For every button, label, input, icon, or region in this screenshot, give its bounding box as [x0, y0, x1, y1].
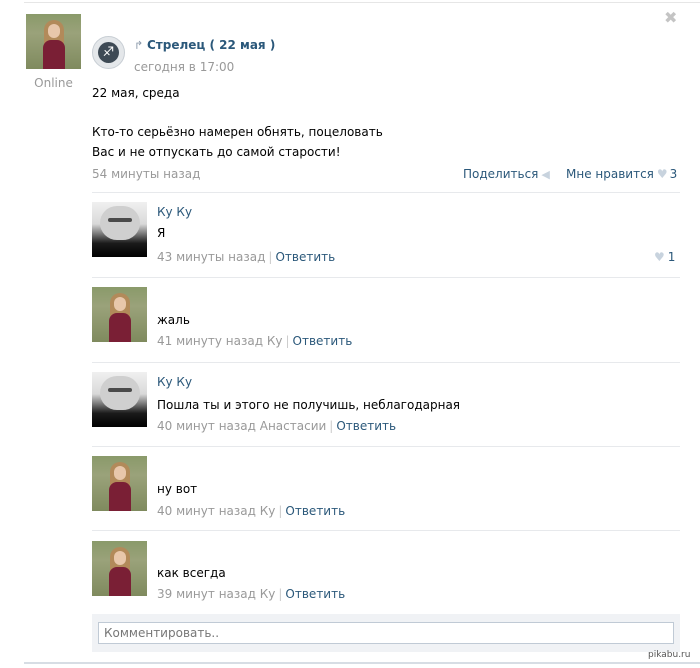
- separator: |: [329, 419, 334, 433]
- heart-icon: ♥: [656, 167, 668, 181]
- author-avatar[interactable]: [26, 14, 81, 69]
- like-label: Мне нравится: [566, 167, 654, 181]
- like-count: 3: [669, 167, 678, 181]
- share-button[interactable]: Поделиться ◀: [463, 167, 550, 181]
- comment-text: Пошла ты и этого не получишь, неблагодар…: [157, 398, 461, 412]
- reply-link[interactable]: Ответить: [336, 419, 396, 433]
- close-icon[interactable]: ✖: [664, 10, 677, 26]
- comment-meta: 41 минуту назад Ку | Ответить: [157, 334, 352, 348]
- commenter-avatar[interactable]: [92, 456, 147, 511]
- comment-text: жаль: [157, 313, 190, 327]
- bottom-border: [24, 662, 700, 664]
- post-time[interactable]: 54 минуты назад: [92, 167, 200, 181]
- zodiac-sign-icon[interactable]: ♐: [92, 36, 125, 69]
- comment-author-link[interactable]: Ку Ку: [157, 205, 192, 219]
- comment-time[interactable]: 40 минут назад: [157, 504, 256, 518]
- divider: [92, 192, 680, 193]
- comment-meta: 43 минуты назад | Ответить: [157, 250, 335, 264]
- heart-icon: ♥: [654, 250, 665, 264]
- post-text-line: Вас и не отпускать до самой старости!: [92, 145, 341, 159]
- reply-link[interactable]: Ответить: [285, 587, 345, 601]
- divider: [92, 530, 680, 531]
- share-label: Поделиться: [463, 167, 539, 181]
- comment-text: Я: [157, 226, 166, 240]
- group-name-link[interactable]: Стрелец ( 22 мая ): [147, 38, 275, 52]
- separator: |: [285, 334, 290, 348]
- comment-meta: 40 минут назад Анастасии | Ответить: [157, 419, 396, 433]
- commenter-avatar[interactable]: [92, 541, 147, 596]
- reply-to-name[interactable]: Анастасии: [260, 419, 327, 433]
- post-text-line: Кто-то серьёзно намерен обнять, поцелова…: [92, 125, 383, 139]
- post-text-line: 22 мая, среда: [92, 86, 180, 100]
- reply-to-name[interactable]: Ку: [267, 334, 283, 348]
- comment-author-link[interactable]: Ку Ку: [157, 375, 192, 389]
- separator: |: [278, 504, 283, 518]
- reply-link[interactable]: Ответить: [275, 250, 335, 264]
- reply-link[interactable]: Ответить: [293, 334, 353, 348]
- comment-time[interactable]: 41 минуту назад: [157, 334, 263, 348]
- comment-box: [92, 614, 680, 652]
- comment-meta: 39 минут назад Ку | Ответить: [157, 587, 345, 601]
- author-avatar-column: [26, 14, 81, 69]
- separator: |: [278, 587, 283, 601]
- comment-text: как всегда: [157, 566, 226, 580]
- commenter-avatar[interactable]: [92, 372, 147, 427]
- reply-to-name[interactable]: Ку: [260, 504, 276, 518]
- comment-meta: 40 минут назад Ку | Ответить: [157, 504, 345, 518]
- comment-item: как всегда 39 минут назад Ку | Ответить: [92, 541, 680, 625]
- comment-item: Ку Ку Пошла ты и этого не получишь, небл…: [92, 372, 680, 456]
- divider: [92, 362, 680, 363]
- megaphone-icon: ◀: [541, 168, 550, 181]
- reply-link[interactable]: Ответить: [285, 504, 345, 518]
- online-status: Online: [34, 76, 73, 90]
- group-post-time[interactable]: сегодня в 17:00: [134, 60, 234, 74]
- separator: |: [268, 250, 273, 264]
- top-border: [24, 2, 700, 3]
- comment-time[interactable]: 39 минут назад: [157, 587, 256, 601]
- watermark: pikabu.ru: [648, 650, 691, 660]
- comment-like-count: 1: [667, 250, 676, 264]
- comment-text: ну вот: [157, 482, 198, 496]
- like-button[interactable]: Мне нравится ♥ 3: [566, 167, 677, 181]
- comment-time[interactable]: 40 минут назад: [157, 419, 256, 433]
- commenter-avatar[interactable]: [92, 287, 147, 342]
- comment-input[interactable]: [98, 622, 674, 644]
- repost-arrow-icon: ↱: [134, 39, 144, 52]
- comment-time[interactable]: 43 минуты назад: [157, 250, 265, 264]
- comment-item: ну вот 40 минут назад Ку | Ответить: [92, 456, 680, 540]
- divider: [92, 446, 680, 447]
- comment-item: Ку Ку Я 43 минуты назад | Ответить ♥ 1: [92, 202, 680, 286]
- divider: [92, 277, 680, 278]
- comment-item: жаль 41 минуту назад Ку | Ответить: [92, 287, 680, 371]
- comment-like-button[interactable]: ♥ 1: [654, 250, 675, 264]
- reply-to-name[interactable]: Ку: [260, 587, 276, 601]
- commenter-avatar[interactable]: [92, 202, 147, 257]
